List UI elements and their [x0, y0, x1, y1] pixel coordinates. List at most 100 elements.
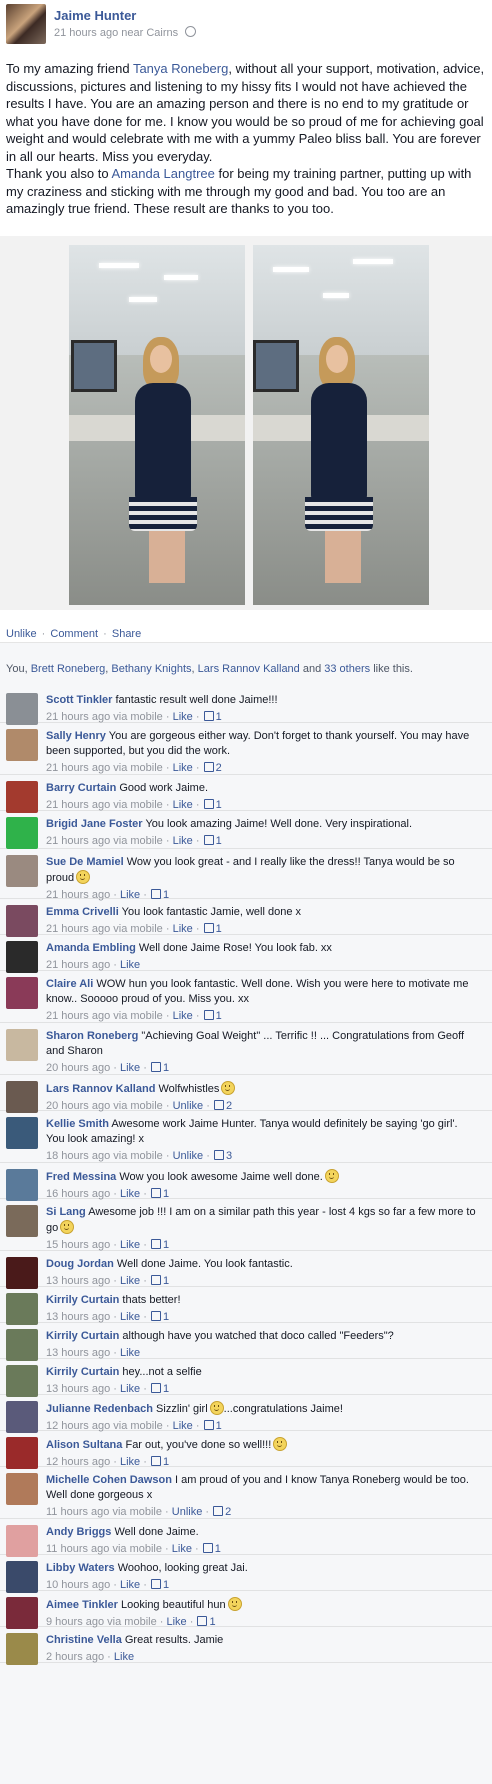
comment-body: Andy Briggs Well done Jaime. 11 hours ago…	[46, 1525, 476, 1557]
comment-unlike-link[interactable]: Unlike	[172, 1506, 203, 1518]
photo-1[interactable]	[69, 245, 245, 605]
commenter-avatar[interactable]	[6, 1633, 38, 1665]
comment-like-link[interactable]: Like	[173, 835, 193, 847]
tag-tanya-roneberg[interactable]: Tanya Roneberg	[133, 61, 228, 76]
comment-body: Brigid Jane Foster You look amazing Jaim…	[46, 817, 476, 849]
commenter-avatar[interactable]	[6, 1029, 38, 1061]
share-link[interactable]: Share	[112, 628, 141, 640]
commenter-name[interactable]: Emma Crivelli	[46, 906, 119, 918]
commenter-avatar[interactable]	[6, 1525, 38, 1557]
comment-like-count[interactable]: 1	[216, 1010, 222, 1022]
comment-time[interactable]: 21 hours ago	[46, 835, 110, 847]
comment-time[interactable]: 11 hours ago	[46, 1506, 109, 1518]
comment-like-count[interactable]: 2	[216, 762, 222, 774]
comment-text: hey...not a selfie	[122, 1366, 202, 1378]
comment-body: Si Lang Awesome job !!! I am on a simila…	[46, 1205, 476, 1253]
commenter-name[interactable]: Michelle Cohen Dawson	[46, 1474, 172, 1486]
comment-like-link[interactable]: Like	[173, 1010, 193, 1022]
commenter-avatar[interactable]	[6, 1169, 38, 1201]
commenter-name[interactable]: Sally Henry	[46, 730, 106, 742]
comment-item: Kirrily Curtain although have you watche…	[0, 1322, 492, 1361]
liker-1[interactable]: Brett Roneberg	[31, 663, 106, 675]
comment-link[interactable]: Comment	[50, 628, 98, 640]
post-time[interactable]: 21 hours ago	[54, 27, 118, 39]
comment-unlike-link[interactable]: Unlike	[173, 1150, 204, 1162]
comment-like-count[interactable]: 3	[226, 1150, 232, 1162]
thumbs-up-icon	[203, 923, 214, 933]
commenter-avatar[interactable]	[6, 1561, 38, 1593]
comment-text: Great results. Jamie	[124, 1634, 224, 1646]
comment-time[interactable]: 21 hours ago	[46, 1010, 110, 1022]
liker-3[interactable]: Lars Rannov Kalland	[198, 663, 300, 675]
comment-like-link[interactable]: Like	[173, 762, 193, 774]
commenter-avatar[interactable]	[6, 1401, 38, 1433]
commenter-name[interactable]: Kirrily Curtain	[46, 1330, 119, 1342]
comment-like-count[interactable]: 2	[225, 1506, 231, 1518]
unlike-link[interactable]: Unlike	[6, 628, 37, 640]
tag-amanda-langtree[interactable]: Amanda Langtree	[112, 166, 215, 181]
commenter-avatar[interactable]	[6, 1597, 38, 1629]
commenter-avatar[interactable]	[6, 729, 38, 761]
commenter-avatar[interactable]	[6, 1081, 38, 1113]
commenter-avatar[interactable]	[6, 855, 38, 887]
comment-time[interactable]: 18 hours ago	[46, 1150, 110, 1162]
commenter-avatar[interactable]	[6, 1329, 38, 1361]
commenter-name[interactable]: Amanda Embling	[46, 942, 136, 954]
commenter-name[interactable]: Doug Jordan	[46, 1258, 114, 1270]
comment-like-count[interactable]: 1	[163, 1062, 169, 1074]
commenter-name[interactable]: Lars Rannov Kalland	[46, 1083, 155, 1095]
comment-body: Christine Vella Great results. Jamie 2 ho…	[46, 1633, 476, 1665]
commenter-avatar[interactable]	[6, 1205, 38, 1237]
comment-text: Well done Jaime.	[114, 1526, 199, 1538]
commenter-name[interactable]: Alison Sultana	[46, 1439, 122, 1451]
commenter-name[interactable]: Sue De Mamiel	[46, 856, 124, 868]
comment-item: Amanda Embling Well done Jaime Rose! You…	[0, 934, 492, 973]
commenter-avatar[interactable]	[6, 977, 38, 1009]
comment-like-count[interactable]: 1	[216, 835, 222, 847]
commenter-name[interactable]: Kirrily Curtain	[46, 1366, 119, 1378]
commenter-name[interactable]: Fred Messina	[46, 1171, 116, 1183]
comment-time[interactable]: 20 hours ago	[46, 1062, 110, 1074]
comment-like-link[interactable]: Like	[120, 1062, 140, 1074]
commenter-name[interactable]: Andy Briggs	[46, 1526, 111, 1538]
author-avatar[interactable]	[6, 4, 46, 44]
likes-others-link[interactable]: 33 others	[324, 663, 370, 675]
comment-item: Christine Vella Great results. Jamie 2 ho…	[0, 1626, 492, 1665]
thumbs-up-icon	[150, 1062, 161, 1072]
commenter-name[interactable]: Brigid Jane Foster	[46, 818, 143, 830]
comment-time[interactable]: 21 hours ago	[46, 762, 110, 774]
photo-2[interactable]	[253, 245, 429, 605]
commenter-avatar[interactable]	[6, 817, 38, 849]
comment-like-link[interactable]: Like	[114, 1651, 134, 1663]
commenter-avatar[interactable]	[6, 693, 38, 725]
commenter-name[interactable]: Kellie Smith	[46, 1118, 109, 1130]
comment-time[interactable]: 2 hours ago	[46, 1651, 104, 1663]
commenter-name[interactable]: Si Lang	[46, 1206, 86, 1218]
commenter-name[interactable]: Libby Waters	[46, 1562, 115, 1574]
author-name[interactable]: Jaime Hunter	[54, 8, 136, 23]
commenter-avatar[interactable]	[6, 941, 38, 973]
post-location[interactable]: near Cairns	[121, 27, 178, 39]
commenter-name[interactable]: Christine Vella	[46, 1634, 122, 1646]
commenter-name[interactable]: Kirrily Curtain	[46, 1294, 119, 1306]
commenter-name[interactable]: Barry Curtain	[46, 782, 116, 794]
commenter-avatar[interactable]	[6, 1293, 38, 1325]
commenter-avatar[interactable]	[6, 1473, 38, 1505]
commenter-name[interactable]: Scott Tinkler	[46, 694, 112, 706]
commenter-avatar[interactable]	[6, 1257, 38, 1289]
commenter-avatar[interactable]	[6, 1365, 38, 1397]
commenter-avatar[interactable]	[6, 1117, 38, 1149]
post-paragraph-1: To my amazing friend Tanya Roneberg, wit…	[6, 61, 485, 164]
liker-2[interactable]: Bethany Knights	[111, 663, 191, 675]
comment-meta: 21 hours ago via mobile · Like · 1	[46, 835, 222, 847]
smiley-emoticon-icon	[273, 1437, 288, 1451]
thumbs-up-icon	[150, 1188, 161, 1198]
commenter-name[interactable]: Julianne Redenbach	[46, 1403, 153, 1415]
commenter-avatar[interactable]	[6, 905, 38, 937]
commenter-name[interactable]: Aimee Tinkler	[46, 1599, 118, 1611]
commenter-avatar[interactable]	[6, 1437, 38, 1469]
commenter-avatar[interactable]	[6, 781, 38, 813]
commenter-name[interactable]: Sharon Roneberg	[46, 1030, 138, 1042]
commenter-name[interactable]: Claire Ali	[46, 978, 93, 990]
comment-item: Si Lang Awesome job !!! I am on a simila…	[0, 1198, 492, 1251]
